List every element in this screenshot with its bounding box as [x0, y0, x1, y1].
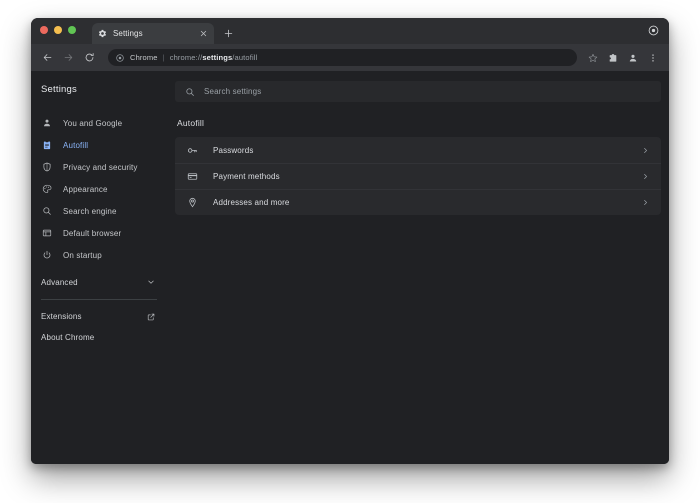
sidebar-item-search-engine[interactable]: Search engine [31, 200, 167, 222]
autofill-row-label: Payment methods [213, 172, 625, 181]
section-title-autofill: Autofill [177, 118, 661, 128]
profile-avatar-icon[interactable] [624, 49, 642, 67]
chevron-down-icon [147, 278, 155, 286]
sidebar-item-label: Extensions [41, 312, 147, 321]
new-tab-button[interactable] [219, 24, 237, 42]
chevron-right-icon [640, 145, 650, 155]
sidebar-item-label: Advanced [41, 278, 147, 287]
settings-main: Search settings Autofill [167, 71, 669, 464]
screenshot-stage: Settings [0, 0, 700, 503]
chevron-right-icon [640, 171, 650, 181]
close-icon[interactable] [198, 29, 208, 39]
sidebar-item-label: Autofill [63, 141, 88, 150]
omnibox-separator: | [163, 53, 165, 62]
window-close-button[interactable] [40, 26, 48, 34]
window-maximize-button[interactable] [68, 26, 76, 34]
chevron-right-icon [640, 197, 650, 207]
profile-circle-icon[interactable] [646, 23, 661, 38]
sidebar-item-about-chrome[interactable]: About Chrome [31, 327, 167, 348]
autofill-row-label: Addresses and more [213, 198, 625, 207]
settings-sidebar: Settings You and Google [31, 71, 167, 464]
shield-icon [41, 162, 52, 173]
chrome-globe-icon [116, 54, 124, 62]
location-pin-icon [187, 197, 198, 208]
forward-arrow-icon[interactable] [59, 48, 78, 67]
address-bar[interactable]: Chrome | chrome://settings/autofill [108, 49, 577, 66]
tab-title: Settings [113, 29, 192, 38]
credit-card-icon [187, 171, 198, 182]
sidebar-item-extensions[interactable]: Extensions [31, 306, 167, 327]
clipboard-icon [41, 140, 52, 151]
palette-icon [41, 184, 52, 195]
page-title: Settings [31, 71, 167, 95]
autofill-row-addresses-and-more[interactable]: Addresses and more [175, 189, 661, 215]
omnibox-url: chrome://settings/autofill [170, 53, 258, 62]
gear-icon [98, 29, 107, 38]
sidebar-item-autofill[interactable]: Autofill [31, 134, 167, 156]
autofill-row-label: Passwords [213, 146, 625, 155]
sidebar-nav: You and Google Autofill [31, 112, 167, 348]
autofill-row-passwords[interactable]: Passwords [175, 137, 661, 163]
autofill-card: Passwords [175, 137, 661, 215]
search-icon [185, 87, 195, 97]
sidebar-item-label: You and Google [63, 119, 122, 128]
sidebar-item-advanced[interactable]: Advanced [31, 271, 167, 293]
search-input[interactable]: Search settings [204, 87, 261, 96]
magnifier-icon [41, 206, 52, 217]
sidebar-item-label: Privacy and security [63, 163, 138, 172]
url-prefix: chrome:// [170, 53, 203, 62]
sidebar-item-label: Default browser [63, 229, 121, 238]
external-link-icon [147, 313, 155, 321]
settings-page: Settings You and Google [31, 71, 669, 464]
sidebar-item-appearance[interactable]: Appearance [31, 178, 167, 200]
bookmark-star-icon[interactable] [584, 49, 602, 67]
autofill-row-payment-methods[interactable]: Payment methods [175, 163, 661, 189]
sidebar-item-label: About Chrome [41, 333, 155, 342]
sidebar-item-label: On startup [63, 251, 102, 260]
person-icon [41, 118, 52, 129]
search-settings-bar[interactable]: Search settings [175, 81, 661, 102]
more-menu-icon[interactable] [644, 49, 662, 67]
browser-window: Settings [31, 18, 669, 464]
address-bar-text: Chrome | chrome://settings/autofill [130, 53, 257, 62]
sidebar-item-you-and-google[interactable]: You and Google [31, 112, 167, 134]
sidebar-item-label: Search engine [63, 207, 117, 216]
sidebar-item-default-browser[interactable]: Default browser [31, 222, 167, 244]
extension-puzzle-icon[interactable] [604, 49, 622, 67]
security-chip-label: Chrome [130, 53, 158, 62]
sidebar-divider [41, 299, 157, 300]
window-minimize-button[interactable] [54, 26, 62, 34]
sidebar-item-on-startup[interactable]: On startup [31, 244, 167, 266]
url-suffix: /autofill [232, 53, 257, 62]
tab-strip: Settings [31, 18, 669, 44]
back-arrow-icon[interactable] [38, 48, 57, 67]
power-icon [41, 250, 52, 261]
browser-toolbar: Chrome | chrome://settings/autofill [31, 44, 669, 71]
url-bold: settings [202, 53, 232, 62]
sidebar-item-privacy-and-security[interactable]: Privacy and security [31, 156, 167, 178]
reload-icon[interactable] [80, 48, 99, 67]
browser-window-icon [41, 228, 52, 239]
window-controls [40, 26, 76, 34]
key-icon [187, 145, 198, 156]
sidebar-item-label: Appearance [63, 185, 108, 194]
browser-tab-settings[interactable]: Settings [92, 23, 214, 44]
